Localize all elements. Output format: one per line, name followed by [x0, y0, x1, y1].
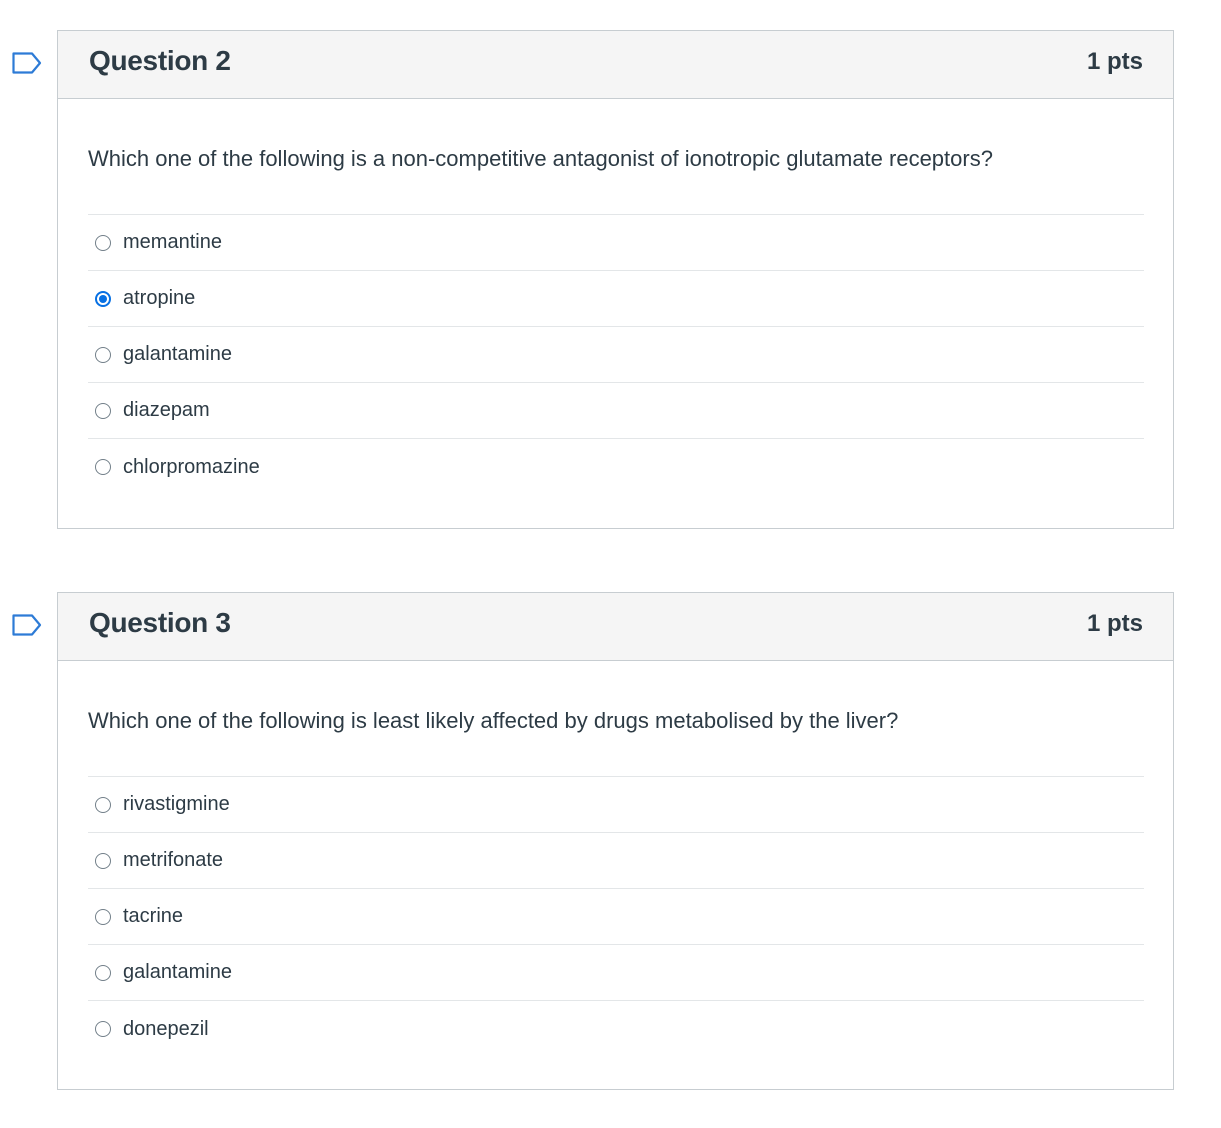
- answer-list: rivastigmine metrifonate tacrine galanta…: [88, 776, 1144, 1057]
- answer-option-metrifonate[interactable]: metrifonate: [88, 833, 1144, 889]
- answer-label: diazepam: [123, 399, 210, 421]
- answer-option-tacrine[interactable]: tacrine: [88, 889, 1144, 945]
- answer-option-chlorpromazine[interactable]: chlorpromazine: [88, 439, 1144, 495]
- question-card: Question 2 1 pts Which one of the follow…: [57, 30, 1174, 529]
- radio-button[interactable]: [95, 964, 111, 981]
- radio-button[interactable]: [95, 402, 111, 419]
- answer-label: galantamine: [123, 961, 232, 983]
- question-header: Question 3 1 pts: [58, 593, 1173, 661]
- radio-button[interactable]: [95, 459, 111, 475]
- answer-label: atropine: [123, 287, 196, 309]
- radio-button[interactable]: [95, 346, 111, 363]
- question-points: 1 pts: [1086, 610, 1143, 637]
- radio-button[interactable]: [95, 796, 111, 813]
- answer-label: chlorpromazine: [123, 455, 260, 478]
- answer-option-rivastigmine[interactable]: rivastigmine: [88, 777, 1144, 833]
- question-card: Question 3 1 pts Which one of the follow…: [57, 592, 1174, 1090]
- question-title: Question 3: [89, 607, 231, 638]
- flag-question-icon[interactable]: [12, 614, 42, 636]
- question-body: Which one of the following is a non-comp…: [58, 99, 1173, 495]
- question-body: Which one of the following is least like…: [58, 661, 1173, 1057]
- answer-option-galantamine[interactable]: galantamine: [88, 945, 1144, 1001]
- flag-question-icon[interactable]: [12, 52, 42, 74]
- question-title: Question 2: [89, 45, 231, 76]
- question-text: Which one of the following is least like…: [88, 708, 899, 733]
- answer-list: memantine atropine galantamine diazepam …: [88, 214, 1144, 495]
- answer-label: donepezil: [123, 1017, 209, 1040]
- answer-option-galantamine[interactable]: galantamine: [88, 327, 1144, 383]
- radio-button[interactable]: [95, 1021, 111, 1037]
- answer-option-atropine[interactable]: atropine: [88, 271, 1144, 327]
- radio-button[interactable]: [95, 852, 111, 869]
- answer-option-donepezil[interactable]: donepezil: [88, 1001, 1144, 1057]
- answer-label: metrifonate: [123, 849, 224, 871]
- answer-label: galantamine: [123, 343, 232, 365]
- radio-button-selected[interactable]: [95, 290, 111, 307]
- answer-label: rivastigmine: [123, 793, 230, 815]
- radio-button[interactable]: [95, 234, 111, 251]
- question-text: Which one of the following is a non-comp…: [88, 146, 993, 171]
- question-header: Question 2 1 pts: [58, 31, 1173, 99]
- answer-option-diazepam[interactable]: diazepam: [88, 383, 1144, 439]
- radio-button[interactable]: [95, 908, 111, 925]
- question-points: 1 pts: [1086, 48, 1143, 75]
- answer-label: tacrine: [123, 905, 184, 927]
- answer-label: memantine: [123, 231, 222, 253]
- answer-option-memantine[interactable]: memantine: [88, 215, 1144, 271]
